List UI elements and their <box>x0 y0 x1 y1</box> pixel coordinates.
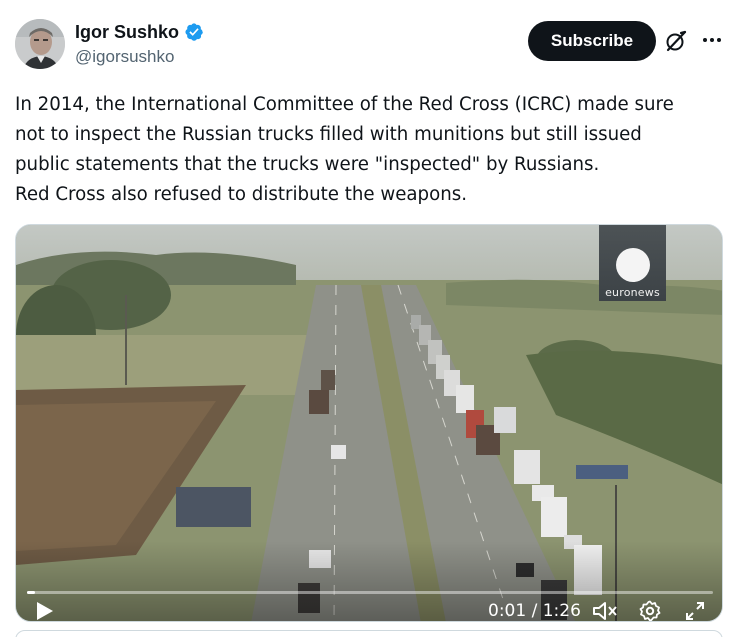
verified-badge-icon <box>185 23 203 41</box>
author-info: Igor Sushko @igorsushko <box>75 21 204 68</box>
grok-slash-icon[interactable] <box>664 29 688 53</box>
tweet-text-line: public statements that the trucks were "… <box>15 154 600 175</box>
video-controls: 0:01 / 1:26 <box>16 541 722 622</box>
progress-bar[interactable] <box>27 591 713 594</box>
video-player[interactable]: euronews 0:01 / 1:26 <box>15 224 723 622</box>
avatar-photo <box>15 19 65 69</box>
video-time: 0:01 / 1:26 <box>488 601 581 621</box>
fullscreen-icon[interactable] <box>684 600 706 622</box>
settings-gear-icon[interactable] <box>638 599 662 622</box>
tweet-text-line: not to inspect the Russian trucks filled… <box>15 124 642 145</box>
progress-fill <box>27 591 36 594</box>
tweet-header: Igor Sushko @igorsushko Subscribe <box>15 19 723 73</box>
next-card-edge <box>15 630 723 637</box>
author-display-name[interactable]: Igor Sushko <box>75 21 179 43</box>
play-icon[interactable] <box>33 600 55 622</box>
tweet-text-line: Red Cross also refused to distribute the… <box>15 184 467 205</box>
euronews-logo-icon <box>615 248 650 282</box>
subscribe-button[interactable]: Subscribe <box>528 21 656 61</box>
author-handle[interactable]: @igorsushko <box>75 46 204 68</box>
avatar[interactable] <box>15 19 65 69</box>
watermark-text: euronews <box>605 286 660 299</box>
mute-icon[interactable] <box>592 600 618 622</box>
tweet-text: In 2014, the International Committee of … <box>15 90 727 210</box>
euronews-watermark: euronews <box>599 225 666 301</box>
more-dots-icon[interactable] <box>701 29 723 51</box>
tweet-text-line: In 2014, the International Committee of … <box>15 94 674 115</box>
